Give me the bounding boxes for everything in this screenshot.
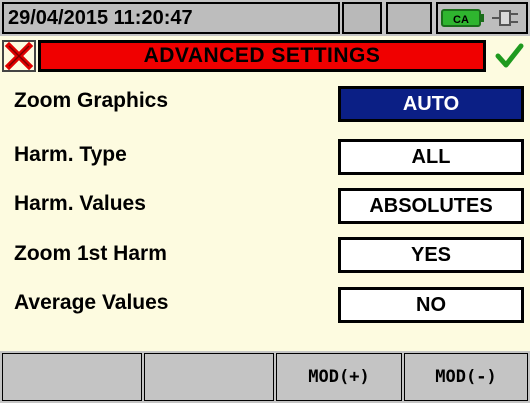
page-title: ADVANCED SETTINGS — [38, 40, 486, 72]
confirm-button[interactable] — [490, 40, 528, 72]
setting-value-zoom-1st-harm[interactable]: YES — [338, 237, 524, 273]
battery-text: CA — [453, 14, 469, 26]
close-x-icon — [4, 41, 34, 71]
setting-label-zoom-1st-harm: Zoom 1st Harm — [14, 242, 167, 265]
mod-minus-button[interactable]: MOD(-) — [404, 353, 528, 401]
setting-value-zoom-graphics[interactable]: AUTO — [338, 86, 524, 122]
status-cell-2 — [386, 2, 432, 34]
setting-value-harm-values[interactable]: ABSOLUTES — [338, 188, 524, 224]
setting-label-harm-values: Harm. Values — [14, 192, 146, 215]
setting-value-harm-type[interactable]: ALL — [338, 139, 524, 175]
datetime-display: 29/04/2015 11:20:47 — [2, 2, 340, 34]
close-button[interactable] — [2, 40, 36, 72]
mod-plus-button[interactable]: MOD(+) — [276, 353, 402, 401]
status-cell-1 — [342, 2, 382, 34]
checkmark-icon — [495, 43, 524, 68]
function-key-1[interactable] — [2, 353, 142, 401]
setting-label-harm-type: Harm. Type — [14, 143, 127, 166]
setting-label-zoom-graphics: Zoom Graphics — [14, 89, 169, 112]
plug-icon — [492, 10, 518, 26]
power-status: CA — [436, 2, 528, 34]
setting-value-average-values[interactable]: NO — [338, 287, 524, 323]
function-key-2[interactable] — [144, 353, 274, 401]
setting-label-average-values: Average Values — [14, 291, 169, 314]
